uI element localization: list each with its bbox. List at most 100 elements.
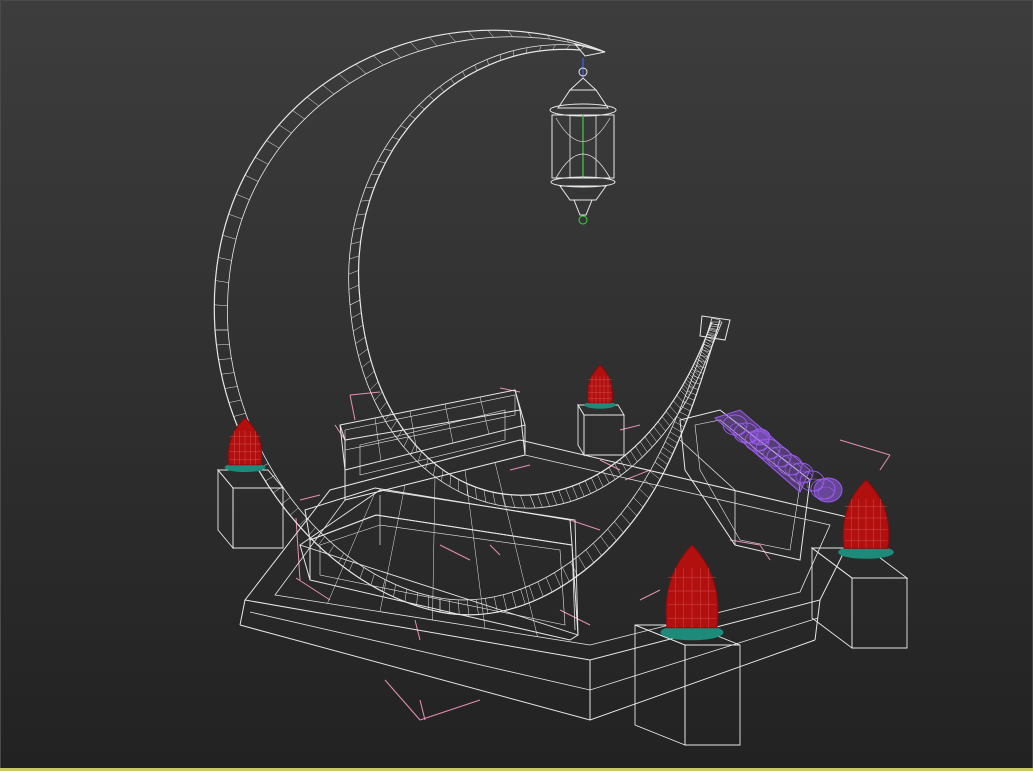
moon-rung — [348, 560, 355, 572]
moon-rung — [384, 148, 393, 152]
moon-rung — [607, 528, 617, 541]
moon-rung — [353, 324, 364, 332]
moon-rung — [348, 284, 359, 290]
moon-rung — [486, 59, 489, 66]
moon-rung — [520, 589, 526, 605]
moon-rung — [214, 304, 228, 307]
moon-rung — [374, 391, 383, 401]
moon-rung — [578, 483, 585, 497]
moon-rung — [265, 474, 276, 482]
moon-rung — [483, 489, 487, 503]
platform-base[interactable] — [239, 439, 861, 721]
moon-rung — [425, 458, 429, 470]
moon-rung — [353, 227, 363, 230]
bench-back[interactable] — [339, 389, 526, 501]
moon-rung — [255, 157, 269, 165]
moon-rung — [614, 463, 622, 476]
moon-rung — [572, 485, 578, 500]
bench-line — [374, 417, 382, 462]
moon-rung — [507, 30, 513, 37]
moon-rung — [450, 78, 455, 85]
moon-rung — [657, 456, 668, 465]
platform-lower-edge — [239, 624, 816, 721]
moon-rung — [685, 379, 694, 388]
moon-rung — [614, 521, 624, 533]
bench-back-panel — [344, 394, 516, 451]
moon-rung — [391, 48, 402, 58]
moon-rung — [639, 488, 650, 499]
moon-rung — [272, 486, 283, 494]
moon-rung — [511, 592, 517, 608]
moon-rung — [502, 594, 508, 611]
moon-rung — [306, 96, 320, 107]
helper-line — [879, 454, 891, 471]
moon-rung — [266, 140, 280, 149]
moon-rung — [630, 450, 638, 462]
moon-rung — [370, 573, 375, 586]
moon-rung — [355, 64, 367, 74]
helper-line — [419, 699, 481, 721]
moon-rung — [529, 585, 535, 601]
helper-line — [639, 589, 661, 601]
platform-edge — [814, 599, 821, 641]
helper-line — [489, 544, 501, 556]
moon-rung — [218, 358, 232, 360]
moon-rung — [673, 400, 682, 410]
moon-rung — [620, 513, 631, 525]
pedestal-front-front — [684, 644, 741, 746]
moon-rung — [565, 488, 572, 502]
moon-rung — [462, 71, 466, 78]
moon-rung — [529, 494, 536, 509]
cushion-seat — [714, 409, 811, 493]
moon-rung — [327, 544, 335, 555]
moon-rung — [244, 174, 259, 182]
moon-rung — [236, 193, 250, 200]
moon-rung — [365, 371, 375, 380]
lantern-bottom — [559, 185, 607, 201]
moon-rung — [661, 416, 670, 426]
moon-rung — [627, 505, 638, 517]
moon-rung — [278, 124, 292, 134]
helper-line — [569, 519, 601, 531]
moon-rung — [222, 235, 237, 240]
moon-rung — [584, 480, 591, 494]
helper-line — [349, 394, 356, 421]
moon-rung — [669, 431, 680, 439]
moon-rung — [228, 213, 243, 220]
bench-edge — [514, 389, 526, 426]
platform-top-inner — [274, 454, 831, 646]
moon-rung — [377, 161, 386, 163]
moon-rung — [448, 33, 457, 43]
hanging-lantern[interactable] — [549, 58, 617, 225]
pedestal-left-side — [217, 468, 234, 550]
moon-rung — [565, 44, 571, 50]
moon-rung — [467, 599, 470, 615]
moon-rung — [665, 441, 676, 449]
moon-rung — [338, 73, 350, 84]
moon-outer-rail — [227, 36, 713, 601]
cushions-purple[interactable] — [714, 409, 843, 503]
moon-rung — [409, 114, 416, 119]
moon-inner-rail — [348, 44, 723, 509]
moon-rung — [554, 572, 562, 588]
moon-rung — [369, 381, 379, 391]
moon-rung — [660, 451, 671, 460]
moon-rung — [562, 567, 570, 582]
helper-line — [299, 494, 321, 501]
helper-line — [419, 699, 426, 721]
moon-rung — [218, 257, 232, 261]
moon-rung — [360, 200, 370, 202]
moon-rung — [474, 64, 478, 71]
moon-rung — [603, 470, 610, 484]
moon-rung — [662, 446, 673, 455]
scene-canvas[interactable] — [0, 0, 1033, 771]
viewport-perspective[interactable] — [0, 0, 1033, 771]
moon-rung — [371, 173, 380, 176]
moon-rung — [349, 299, 361, 306]
moon-rung — [667, 436, 678, 444]
moon-rung — [403, 436, 409, 448]
moon-rung — [428, 37, 438, 47]
helper-line — [295, 577, 331, 601]
moon-rung — [457, 599, 460, 615]
pedestal-lanterns[interactable] — [224, 364, 894, 641]
